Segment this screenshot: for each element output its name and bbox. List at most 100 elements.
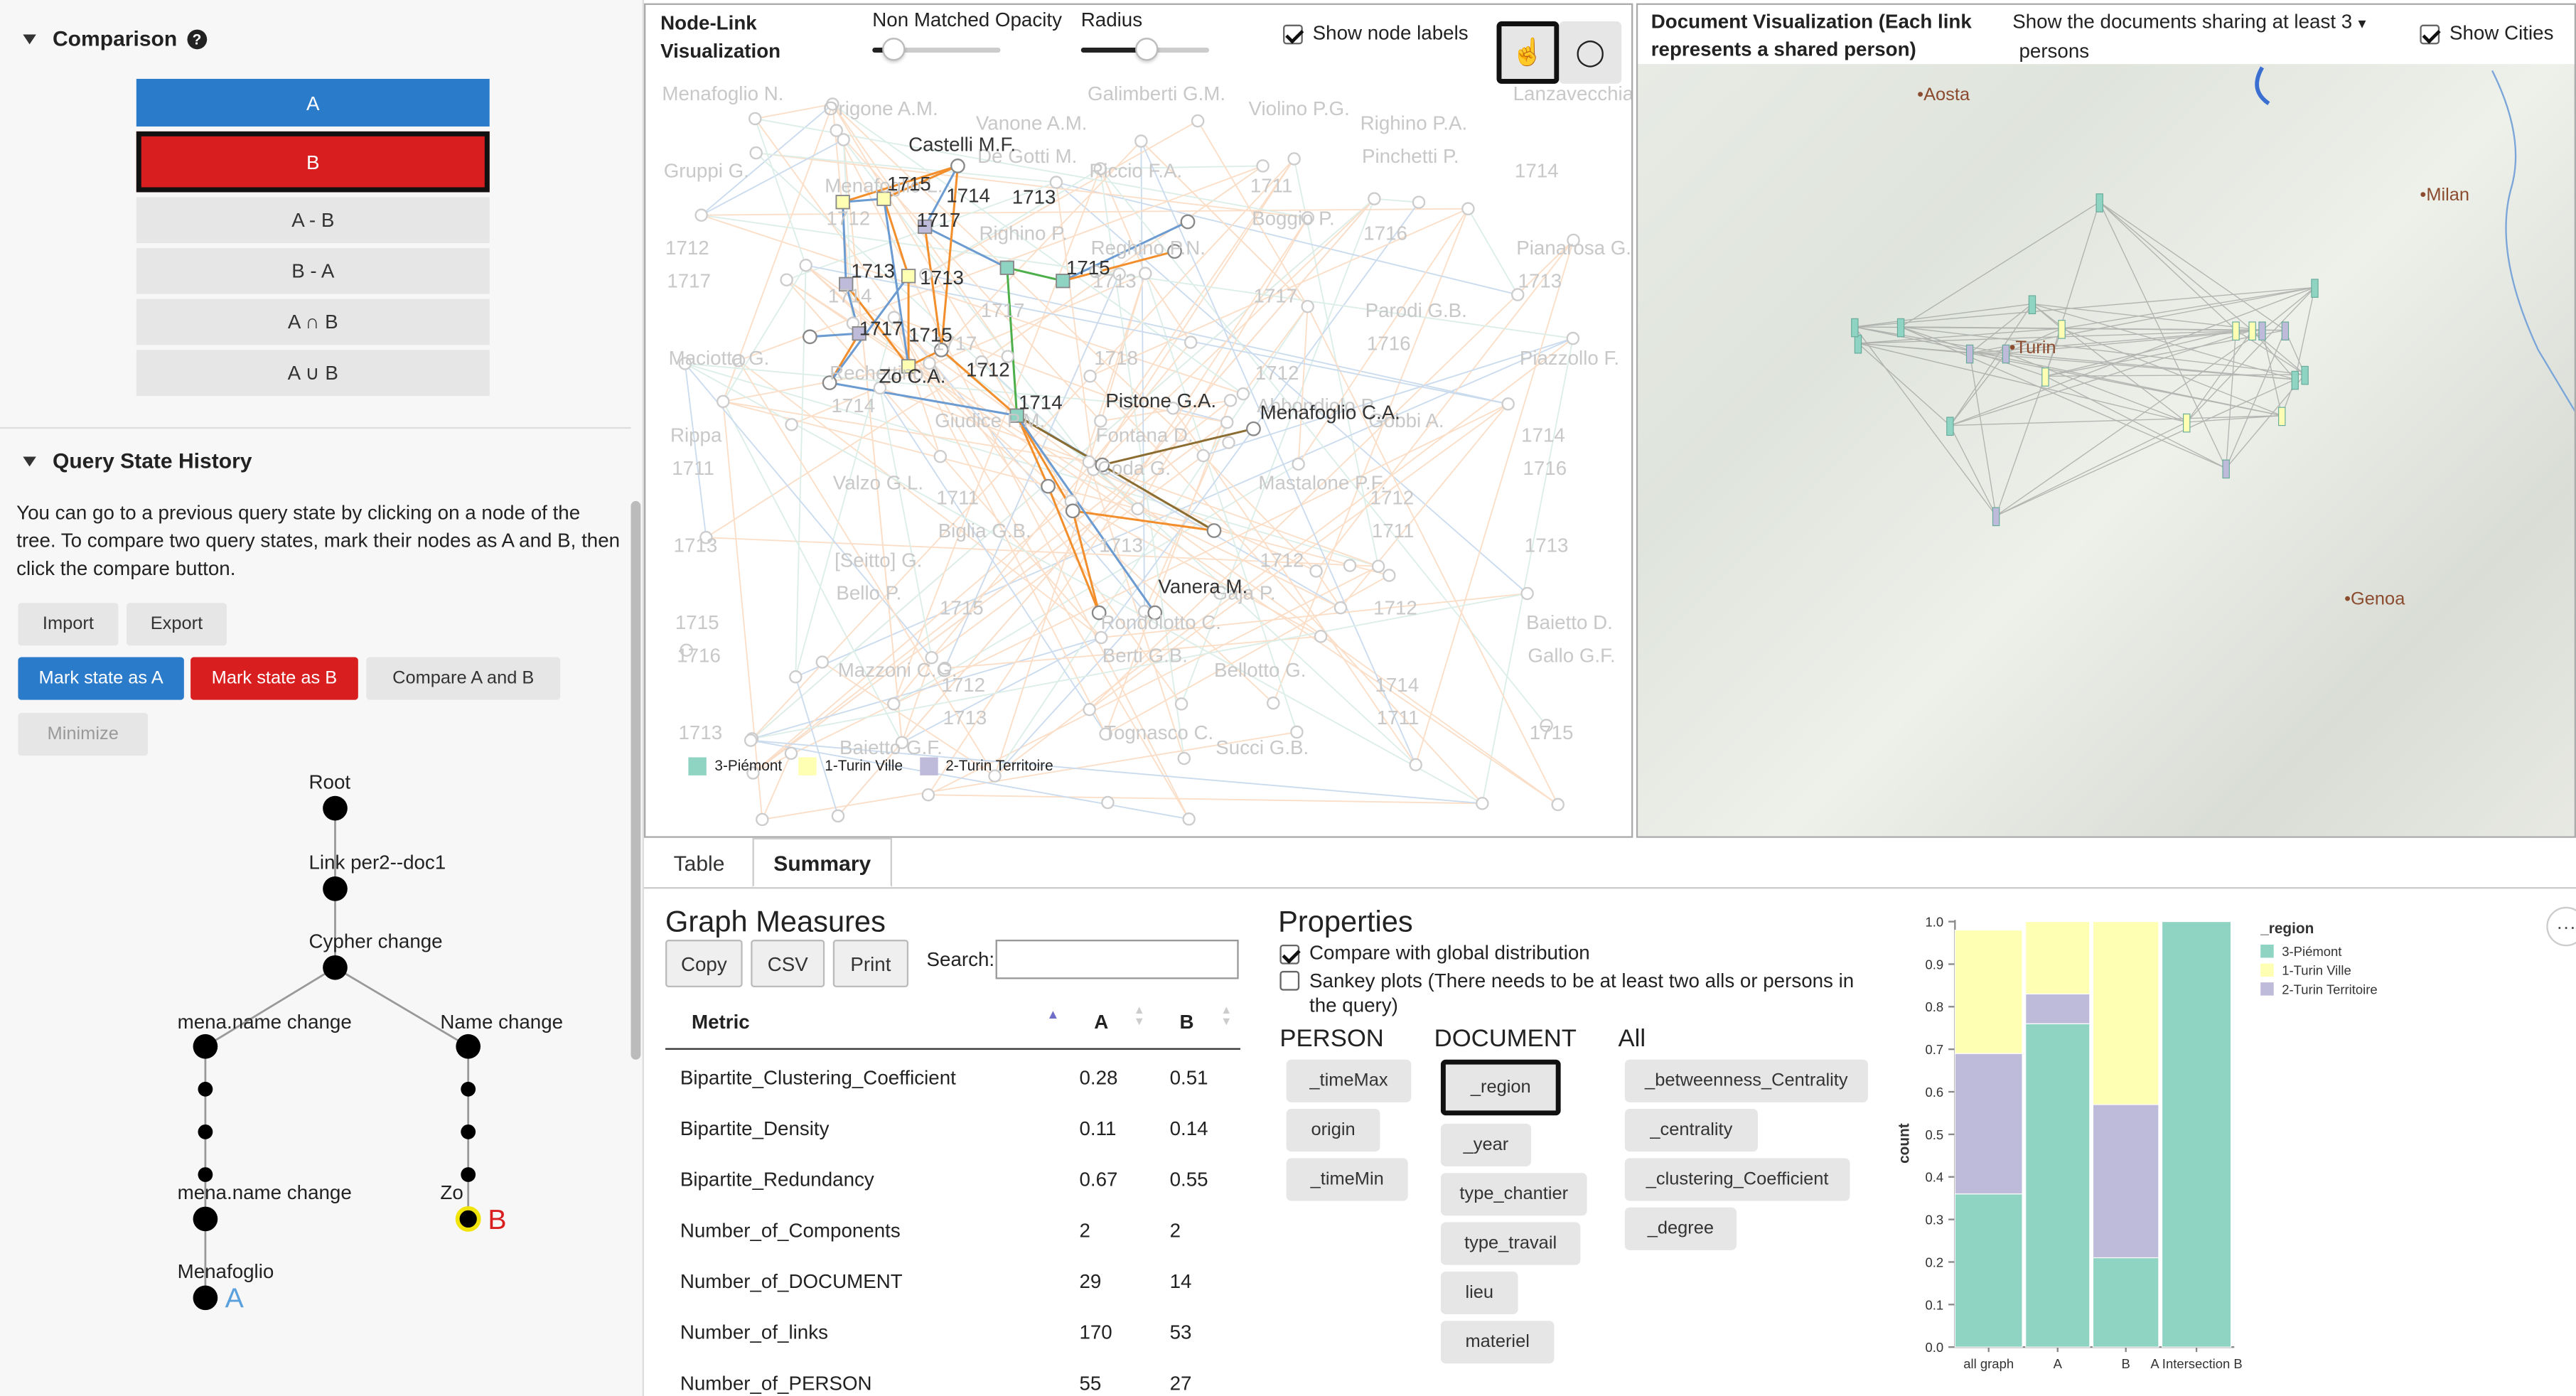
question-circle-icon[interactable]: ? (187, 28, 207, 49)
tree-node[interactable] (323, 876, 348, 901)
graph-node[interactable] (1182, 812, 1196, 826)
sort-both-icon[interactable]: ▲ ▼ (1220, 1005, 1232, 1028)
bar-segment[interactable] (2092, 1104, 2159, 1259)
bar-segment[interactable] (1954, 1193, 2023, 1348)
graph-node[interactable] (1476, 797, 1489, 810)
graph-node[interactable] (1101, 795, 1115, 810)
tree-node-root[interactable] (323, 795, 348, 821)
radius-slider[interactable] (1080, 38, 1210, 61)
tree-node-small[interactable] (461, 1124, 476, 1139)
compare-a-minus-b-button[interactable]: A - B (136, 197, 490, 244)
checkbox[interactable] (1283, 24, 1303, 45)
prop-all-clustering[interactable]: _clustering_Coefficient (1624, 1158, 1850, 1201)
sankey-toggle[interactable]: Sankey plots (There needs to be at least… (1279, 970, 1854, 1019)
doc-node[interactable] (1854, 334, 1862, 354)
graph-node[interactable] (1256, 159, 1270, 173)
graph-node[interactable] (1309, 564, 1323, 578)
doc-node[interactable] (2232, 321, 2240, 340)
tree-node[interactable] (193, 1033, 218, 1059)
graph-node[interactable] (1520, 586, 1534, 601)
graph-node[interactable] (1343, 559, 1357, 572)
non-matched-slider[interactable] (872, 38, 1001, 61)
prop-document-materiel[interactable]: materiel (1440, 1321, 1555, 1364)
graph-node[interactable] (1314, 630, 1328, 643)
graph-node[interactable] (1333, 601, 1348, 615)
doc-node[interactable] (2002, 344, 2010, 364)
doc-node[interactable] (1946, 417, 1954, 436)
graph-node[interactable] (1083, 702, 1096, 716)
bar-segment[interactable] (2025, 1023, 2091, 1348)
checkbox[interactable] (1279, 970, 1300, 991)
graph-node[interactable] (1196, 449, 1211, 463)
tree-node-b[interactable] (455, 1206, 481, 1232)
graph-node[interactable] (1287, 152, 1301, 166)
bar-segment[interactable] (2161, 921, 2232, 1348)
graph-node[interactable] (1236, 387, 1250, 401)
graph-node-highlighted[interactable] (803, 329, 817, 345)
graph-node[interactable] (1134, 134, 1148, 148)
graph-node[interactable] (1368, 192, 1381, 205)
graph-node[interactable] (1371, 559, 1385, 573)
node-link-graph[interactable]: Menafoglio N. Origone A.M. Vanone A.M.Gali… (645, 70, 1633, 837)
graph-node[interactable] (748, 112, 762, 126)
graph-node[interactable] (780, 273, 793, 286)
document-viz-panel[interactable]: Document Visualization (Each link repres… (1636, 3, 2576, 838)
import-button[interactable]: Import (18, 603, 119, 646)
doc-node[interactable] (2041, 367, 2049, 387)
doc-node[interactable] (2248, 321, 2256, 340)
tree-node-small[interactable] (198, 1081, 213, 1097)
graph-node-highlighted[interactable] (1180, 214, 1196, 230)
graph-node-highlighted[interactable] (999, 260, 1014, 275)
graph-node[interactable] (1501, 397, 1515, 411)
prop-all-centrality[interactable]: _centrality (1624, 1109, 1758, 1152)
sort-both-icon[interactable]: ▲ ▼ (1134, 1005, 1145, 1028)
doc-node[interactable] (2222, 459, 2230, 479)
graph-node[interactable] (756, 812, 769, 827)
csv-button[interactable]: CSV (751, 940, 825, 988)
prop-document-year[interactable]: _year (1440, 1123, 1532, 1166)
graph-node[interactable] (887, 697, 901, 711)
graph-node[interactable] (694, 208, 708, 222)
graph-node[interactable] (921, 788, 935, 802)
region-bar-chart[interactable]: 0.0 0.1 0.2 0.3 0.4 0.5 0.6 0.7 0.8 0.9 1.0 count al… (1889, 901, 2576, 1396)
graph-node[interactable] (1222, 436, 1235, 449)
graph-node[interactable] (1094, 630, 1108, 645)
mark-b-button[interactable]: Mark state as B (190, 657, 358, 700)
graph-node[interactable] (1566, 331, 1580, 345)
graph-node[interactable] (1223, 394, 1238, 407)
graph-node-highlighted[interactable] (950, 159, 965, 173)
copy-button[interactable]: Copy (665, 940, 743, 988)
graph-node-highlighted[interactable] (1041, 478, 1056, 494)
checkbox[interactable] (2420, 24, 2440, 45)
doc-node[interactable] (2028, 295, 2036, 315)
graph-node[interactable] (1301, 299, 1314, 313)
graph-node[interactable] (1184, 335, 1198, 349)
graph-node[interactable] (830, 124, 843, 137)
sharing-threshold[interactable]: Show the documents sharing at least 3 ▼ p… (2012, 9, 2368, 66)
graph-node[interactable] (785, 418, 798, 431)
doc-node[interactable] (2291, 370, 2299, 390)
col-a[interactable]: A (1094, 1010, 1108, 1033)
doc-node[interactable] (2183, 413, 2191, 433)
graph-node[interactable] (1292, 457, 1305, 471)
print-button[interactable]: Print (832, 940, 909, 988)
col-b[interactable]: B (1179, 1010, 1193, 1033)
graph-node[interactable] (933, 449, 948, 463)
caret-down-icon[interactable]: ▼ (2356, 16, 2368, 31)
graph-node[interactable] (749, 146, 763, 160)
prop-document-lieu[interactable]: lieu (1440, 1271, 1518, 1314)
graph-node[interactable] (1220, 415, 1234, 429)
prop-document-type-travail[interactable]: type_travail (1440, 1222, 1581, 1265)
graph-node[interactable] (1551, 798, 1565, 812)
graph-node[interactable] (1082, 455, 1096, 469)
bar-segment[interactable] (2025, 921, 2091, 994)
history-header[interactable]: Query State History (23, 449, 252, 473)
tree-node-small[interactable] (198, 1167, 213, 1182)
compare-b-button[interactable]: B (136, 131, 490, 193)
prop-person-timemin[interactable]: _timeMin (1286, 1158, 1408, 1201)
tab-summary[interactable]: Summary (752, 837, 892, 888)
graph-node[interactable] (831, 809, 845, 823)
doc-node[interactable] (2095, 193, 2103, 213)
tab-table[interactable]: Table (648, 838, 751, 887)
prop-all-degree[interactable]: _degree (1624, 1207, 1737, 1250)
